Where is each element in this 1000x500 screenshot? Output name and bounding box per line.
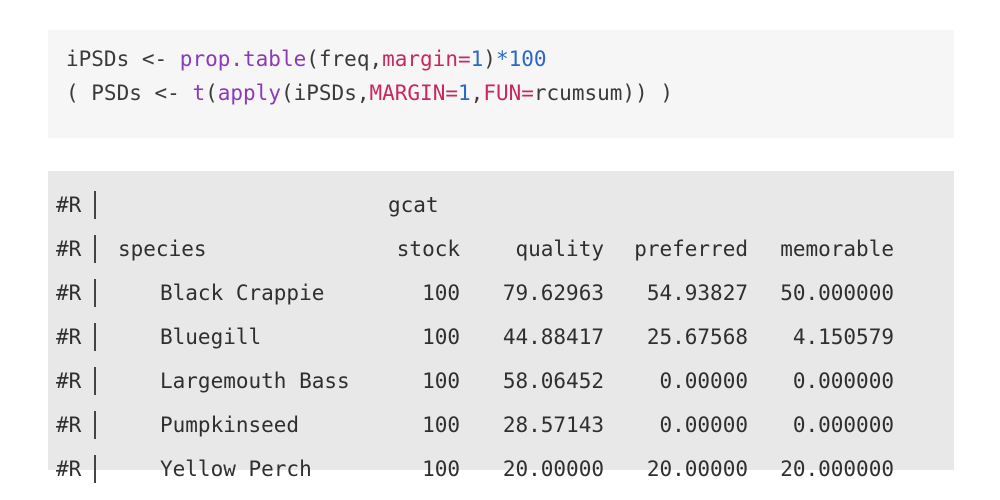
cell-quality: 44.88417	[502, 325, 604, 349]
output-pipe	[94, 455, 100, 483]
code-paren-close: )) )	[622, 81, 673, 105]
cell-stock: 100	[422, 457, 460, 481]
header-group-label: gcat	[388, 193, 439, 217]
code-argval-margin: 1	[458, 81, 471, 105]
code-comma: ,	[470, 81, 484, 105]
cell-quality: 58.06452	[502, 369, 604, 393]
code-paren: (	[306, 47, 319, 71]
code-argname-fun: FUN=	[483, 81, 534, 105]
code-lead: ( PSDs <-	[66, 81, 193, 105]
column-header-preferred: preferred	[634, 237, 748, 261]
output-prefix: #R	[56, 413, 82, 437]
column-header-quality: quality	[515, 237, 604, 261]
cell-stock: 100	[422, 281, 460, 305]
code-line-1: iPSDs <- prop.table(freq,margin=1)*100	[66, 42, 954, 76]
output-prefix: #R	[56, 457, 82, 481]
cell-stock: 100	[422, 369, 460, 393]
cell-memorable: 4.150579	[792, 325, 894, 349]
output-column-header: #R species stock quality preferred memorable	[56, 227, 954, 271]
code-argname-margin: MARGIN=	[369, 81, 458, 105]
output-prefix: #R	[56, 325, 82, 349]
code-argval-fun: rcumsum	[533, 81, 623, 105]
code-argname: margin=	[382, 47, 471, 71]
output-pipe	[94, 191, 100, 219]
output-header-group: #R gcat	[56, 183, 954, 227]
cell-memorable: 50.000000	[780, 281, 894, 305]
table-row: #R Bluegill 100 44.88417 25.67568 4.150579	[56, 315, 954, 359]
cell-quality: 28.57143	[502, 413, 604, 437]
table-row: #R Pumpkinseed 100 28.57143 0.00000 0.000000	[56, 403, 954, 447]
cell-memorable: 0.000000	[792, 369, 894, 393]
output-pipe	[94, 279, 100, 307]
column-header-species: species	[118, 237, 207, 261]
cell-quality: 79.62963	[502, 281, 604, 305]
code-var: iPSDs	[66, 47, 130, 71]
cell-preferred: 0.00000	[659, 369, 748, 393]
output-pipe	[94, 367, 100, 395]
cell-preferred: 54.93827	[646, 281, 748, 305]
cell-species: Pumpkinseed	[160, 413, 300, 437]
code-num: 100	[508, 47, 547, 71]
output-prefix: #R	[56, 369, 82, 393]
code-line-2: ( PSDs <- t(apply(iPSDs,MARGIN=1,FUN=rcu…	[66, 76, 954, 110]
cell-preferred: 20.00000	[646, 457, 748, 481]
code-paren: (	[280, 81, 294, 105]
output-pipe	[94, 323, 100, 351]
cell-species: Yellow Perch	[160, 457, 312, 481]
column-header-stock: stock	[396, 237, 460, 261]
code-fn-t: t	[192, 81, 206, 105]
table-row: #R Black Crappie 100 79.62963 54.93827 50.000…	[56, 271, 954, 315]
code-paren: (	[205, 81, 218, 105]
code-paren-close: )	[483, 47, 496, 71]
code-assign: <-	[129, 47, 180, 71]
table-row: #R Yellow Perch 100 20.00000 20.00000 20.0000…	[56, 447, 954, 491]
code-mult: *	[495, 47, 509, 71]
code-block: iPSDs <- prop.table(freq,margin=1)*100 (…	[48, 30, 954, 138]
table-row: #R Largemouth Bass 100 58.06452 0.00000 0.000…	[56, 359, 954, 403]
output-prefix: #R	[56, 281, 82, 305]
cell-stock: 100	[422, 325, 460, 349]
cell-memorable: 0.000000	[792, 413, 894, 437]
cell-species: Bluegill	[160, 325, 262, 349]
cell-species: Largemouth Bass	[160, 369, 350, 393]
output-block: #R gcat #R species stock quality preferred mem…	[48, 171, 954, 483]
output-pipe	[94, 235, 100, 263]
column-header-memorable: memorable	[780, 237, 894, 261]
output-prefix: #R	[56, 193, 82, 217]
cell-preferred: 0.00000	[659, 413, 748, 437]
cell-quality: 20.00000	[502, 457, 604, 481]
cell-species: Black Crappie	[160, 281, 325, 305]
cell-preferred: 25.67568	[646, 325, 748, 349]
code-fn-prop-table: prop.table	[179, 47, 307, 71]
cell-memorable: 20.000000	[780, 457, 894, 481]
code-argval: 1	[470, 47, 484, 71]
code-arg: iPSDs,	[293, 81, 370, 105]
cell-stock: 100	[422, 413, 460, 437]
code-fn-apply: apply	[217, 81, 281, 105]
code-arg: freq,	[318, 47, 383, 71]
output-prefix: #R	[56, 237, 82, 261]
output-pipe	[94, 411, 100, 439]
